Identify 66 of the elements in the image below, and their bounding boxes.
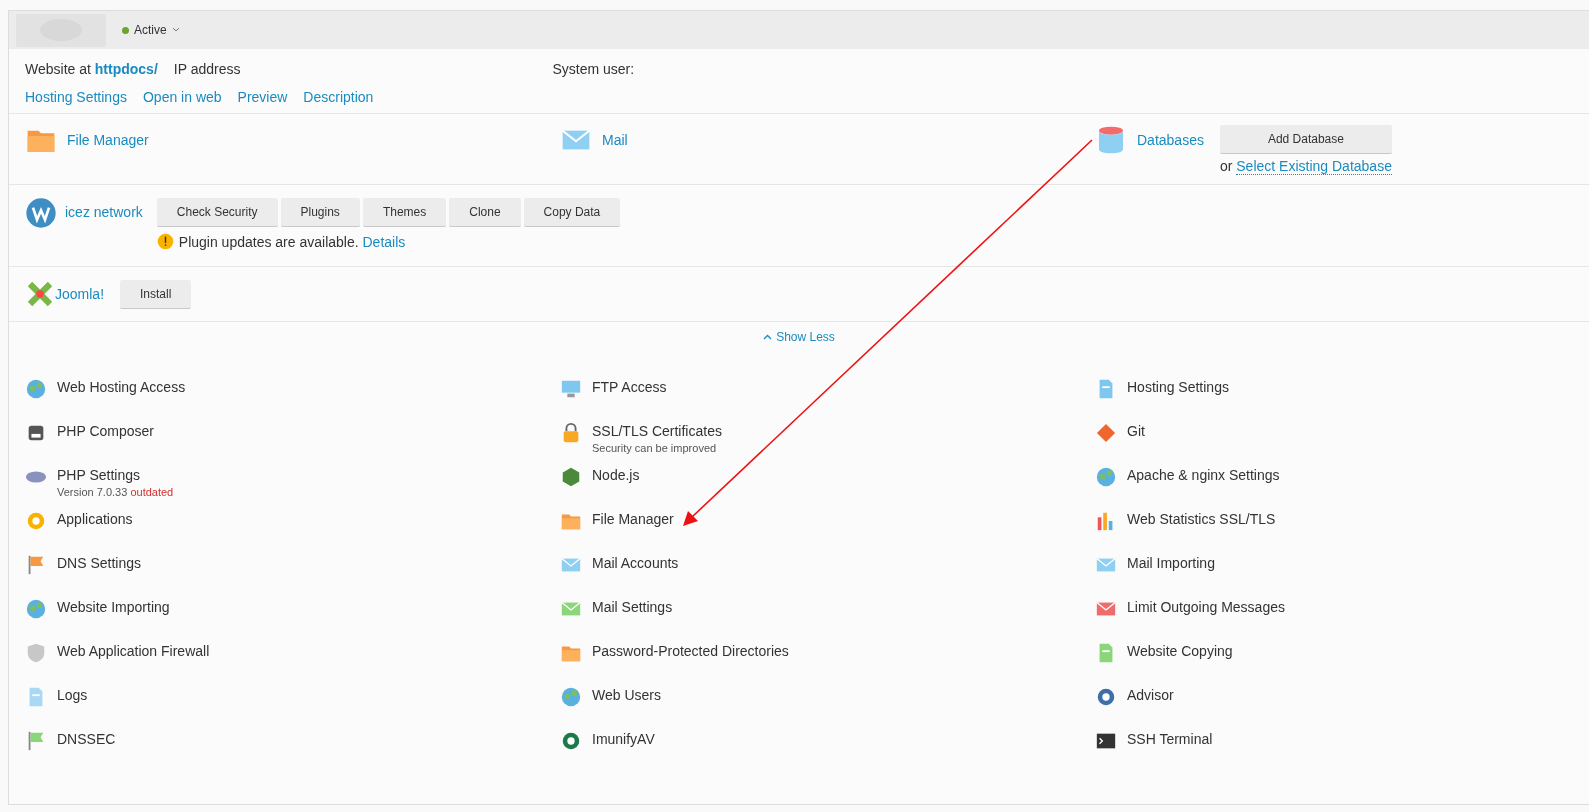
tool-link[interactable]: DNS Settings [57,555,142,571]
wordpress-action-button[interactable]: Plugins [280,198,360,227]
tool-link[interactable]: Advisor [1127,687,1174,703]
install-button[interactable]: Install [120,279,192,309]
header-link[interactable]: Description [303,89,374,105]
monitor-icon [560,378,582,400]
tool-link[interactable]: Website Copying [1127,643,1233,659]
tool-link[interactable]: Node.js [592,467,640,483]
wordpress-action-button[interactable]: Clone [449,198,521,227]
ip-address-label: IP address [173,61,241,77]
show-less-toggle[interactable]: Show Less [763,330,835,344]
tool-note: Version 7.0.33 outdated [57,486,174,498]
tool-link[interactable]: Logs [57,687,88,703]
tool-link[interactable]: Mail Importing [1127,555,1215,571]
tool-link[interactable]: Web Application Firewall [57,643,210,659]
tool-link[interactable]: ImunifyAV [592,731,655,747]
warning-icon [156,233,174,250]
select-database-text: or Select Existing Database [1219,158,1392,174]
joomla-link[interactable]: Joomla! [55,286,105,302]
tool-link[interactable]: Hosting Settings [1127,379,1229,395]
system-user-label: System user: [552,61,635,77]
globe-icon [25,598,47,620]
tool-link[interactable]: PHP Composer [57,423,154,439]
tool-link[interactable]: Mail Accounts [592,555,679,571]
tool-link[interactable]: Web Users [592,687,661,703]
caret-icon [171,27,180,33]
details-link[interactable]: Details [362,233,406,250]
globe-icon [25,378,47,400]
wordpress-action-button[interactable]: Themes [362,198,447,227]
wordpress-action-button[interactable]: Copy Data [523,198,621,227]
globe-icon [560,686,582,708]
shield-icon [25,642,47,664]
tool-link[interactable]: FTP Access [592,379,667,395]
tool-link[interactable]: Web Statistics SSL/TLS [1127,511,1276,527]
wordpress-site-link[interactable]: icez network [65,204,143,220]
website-label: Website at httpdocs/ [25,61,158,77]
file-manager-link[interactable]: File Manager [67,132,149,148]
tool-link[interactable]: SSL/TLS Certificates [592,423,722,439]
select-database-link[interactable]: Select Existing Database [1236,158,1392,175]
hexagon-icon [560,466,582,488]
tool-link[interactable]: Git [1127,423,1145,439]
tool-link[interactable]: DNSSEC [57,731,116,747]
header-link[interactable]: Open in web [142,89,222,105]
tool-link[interactable]: Mail Settings [592,599,673,615]
wordpress-icon [25,197,57,229]
mail-link[interactable]: Mail [602,132,628,148]
tool-link[interactable]: File Manager [592,511,674,527]
tool-link[interactable]: Web Hosting Access [57,379,186,395]
databases-link[interactable]: Databases [1137,132,1204,148]
tool-link[interactable]: Apache & nginx Settings [1127,467,1280,483]
plugin-notice: Plugin updates are available. Details [178,233,406,250]
tool-link[interactable]: Applications [57,511,133,527]
header-link[interactable]: Preview [237,89,288,105]
tool-link[interactable]: PHP Settings [57,467,174,483]
tool-link[interactable]: Limit Outgoing Messages [1127,599,1285,615]
status-dropdown[interactable]: Active [122,23,180,37]
tool-link[interactable]: Password-Protected Directories [592,643,789,659]
header-link[interactable]: Hosting Settings [25,89,127,105]
website-path-link[interactable]: httpdocs/ [94,61,158,77]
chevron-icon [763,334,773,340]
tool-note: Security can be improved [592,442,718,454]
globe-icon [1095,466,1117,488]
wordpress-action-button[interactable]: Check Security [156,198,278,227]
tool-link[interactable]: SSH Terminal [1127,731,1213,747]
add-database-button[interactable]: Add Database [1219,125,1392,154]
tool-link[interactable]: Website Importing [57,599,170,615]
